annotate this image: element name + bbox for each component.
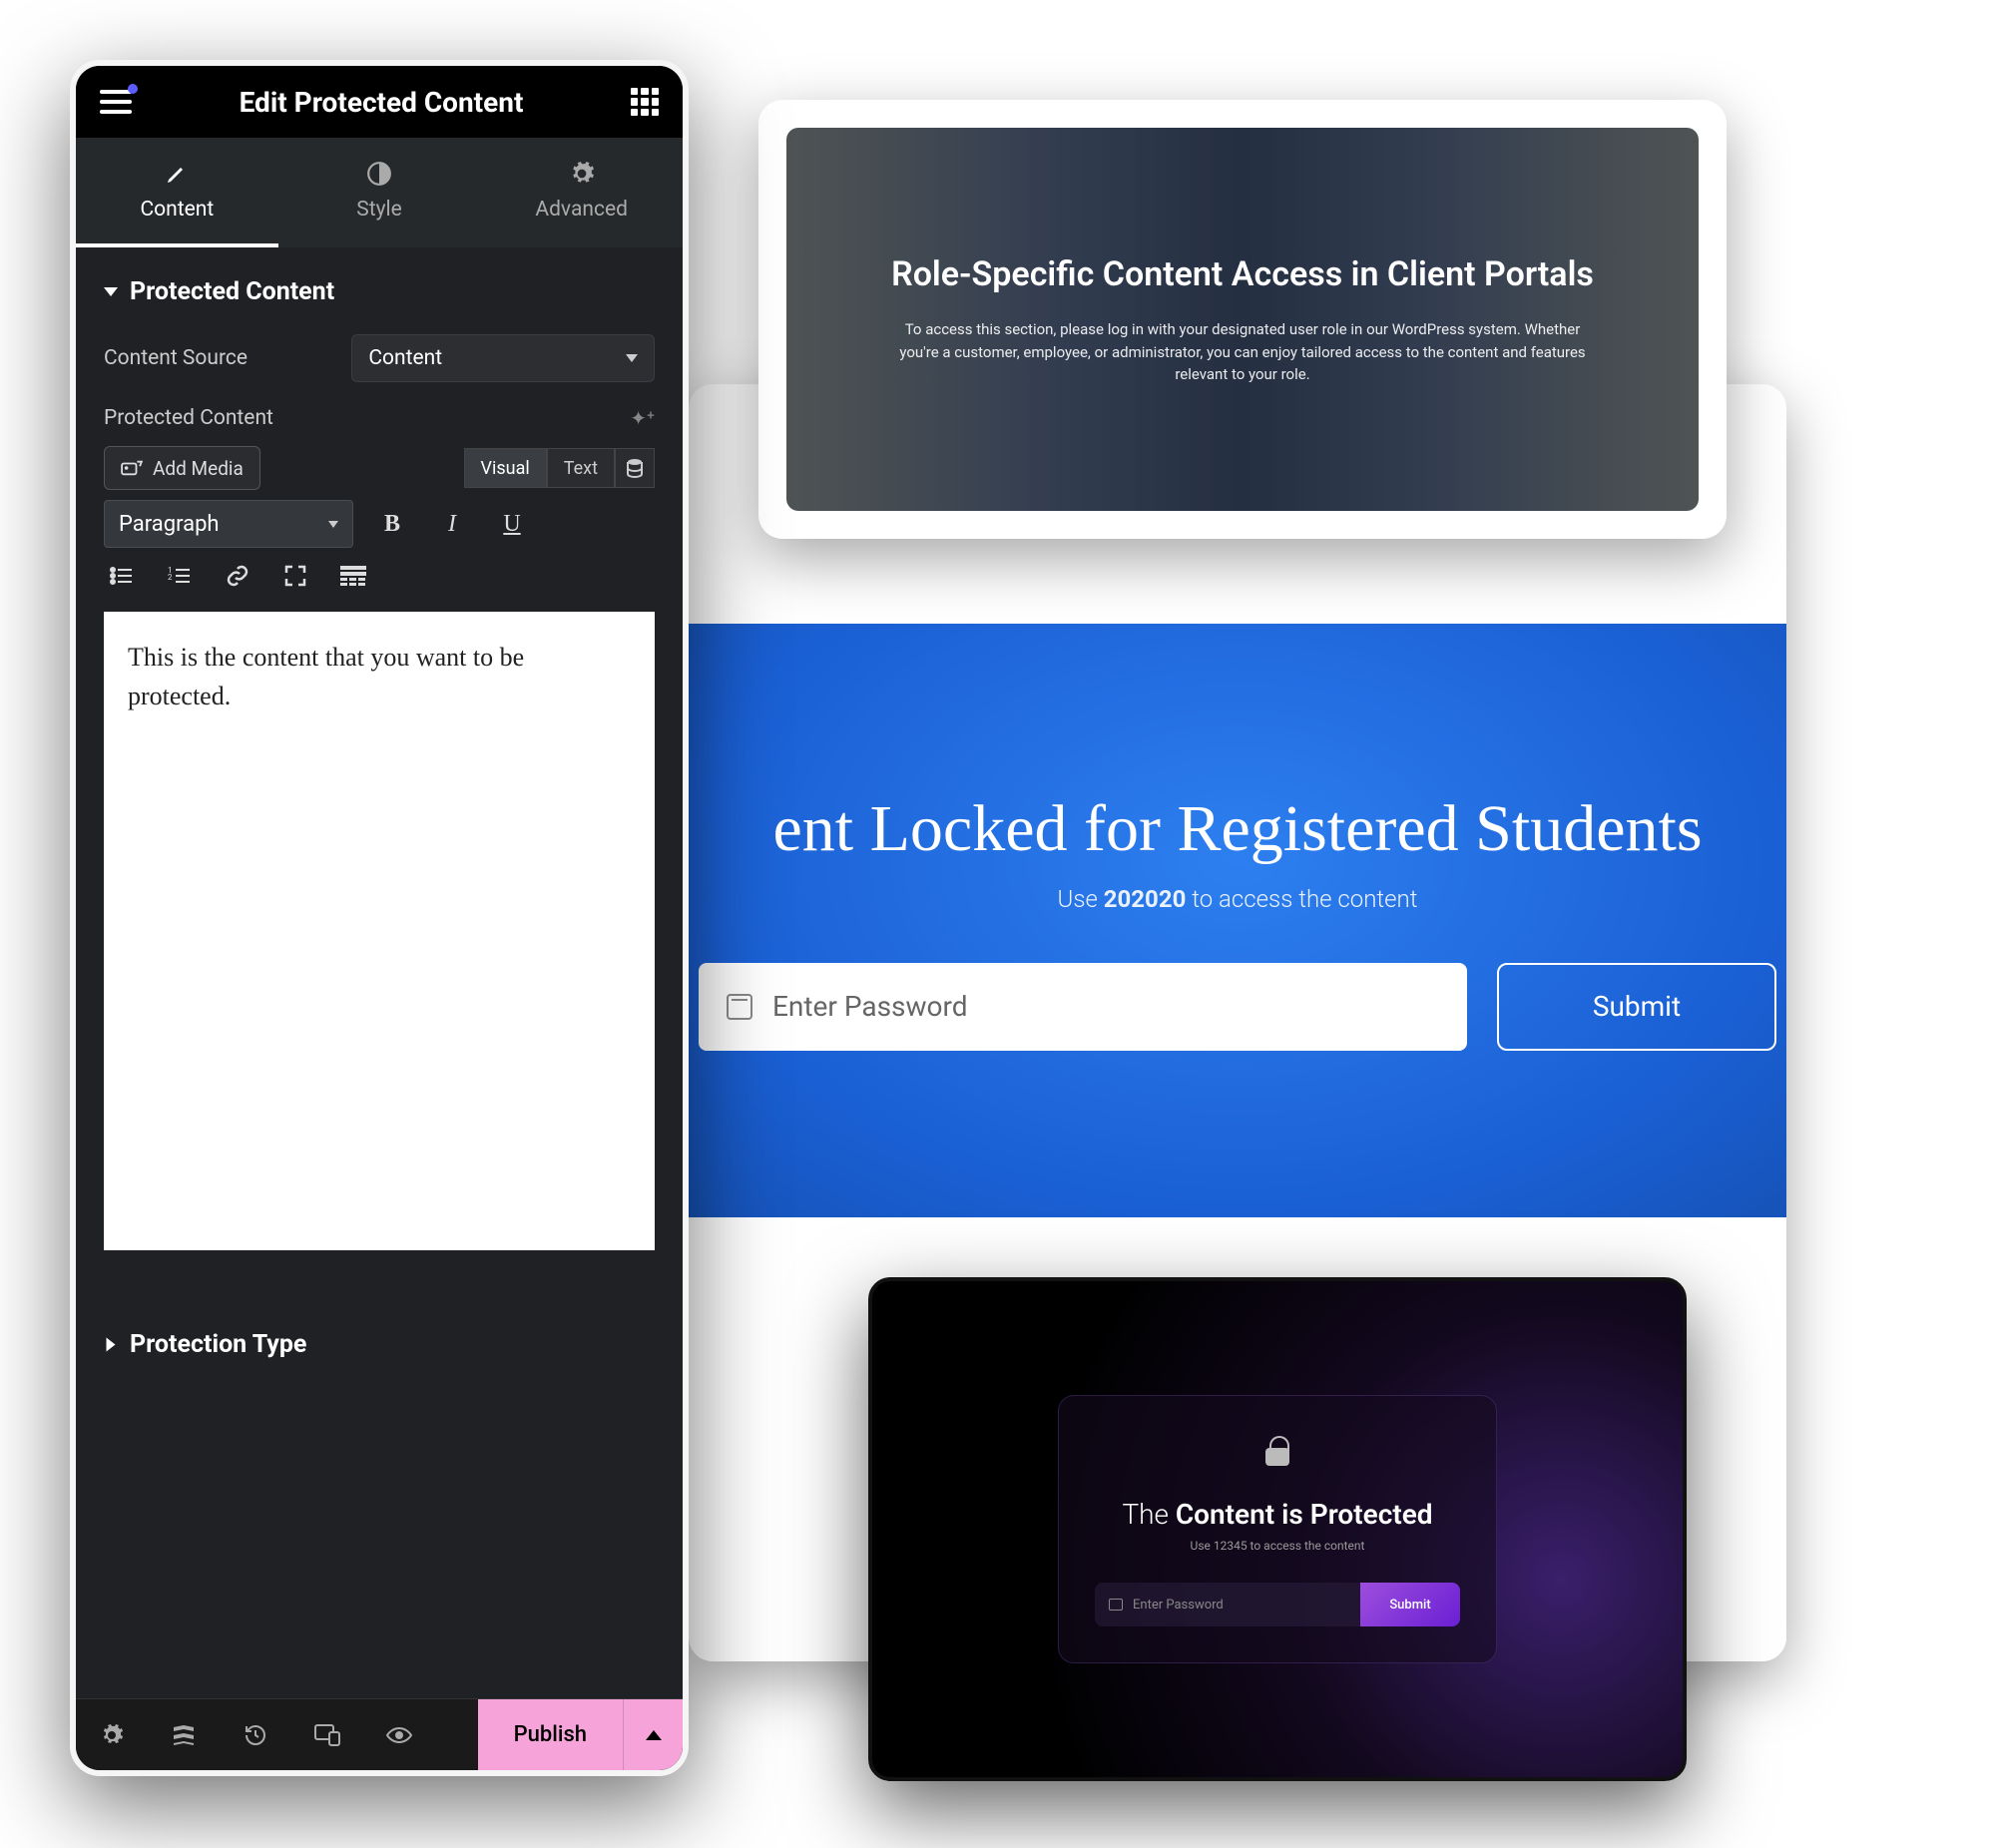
link-button[interactable] <box>220 558 255 594</box>
widgets-grid-icon[interactable] <box>631 88 659 116</box>
preview-dark-placeholder: Enter Password <box>1133 1598 1224 1613</box>
paragraph-format-value: Paragraph <box>119 512 220 537</box>
chevron-up-icon <box>646 1730 662 1740</box>
preview-dark-title: The Content is Protected <box>1122 1498 1432 1531</box>
dynamic-tags-icon[interactable]: ✦⁺ <box>630 406 655 430</box>
tab-advanced[interactable]: Advanced <box>480 138 683 247</box>
tab-style[interactable]: Style <box>278 138 481 247</box>
caret-down-icon <box>104 287 118 296</box>
preview-role-access-hero: Role-Specific Content Access in Client P… <box>786 128 1699 511</box>
wysiwyg-mode-tabs: Visual Text <box>464 448 655 488</box>
editor-topbar: Edit Protected Content <box>76 66 683 138</box>
lock-icon <box>1261 1436 1293 1468</box>
preview-blue-heading: ent Locked for Registered Students <box>772 791 1702 867</box>
content-source-select[interactable]: Content <box>351 334 655 382</box>
publish-button[interactable]: Publish <box>478 1699 623 1770</box>
chevron-down-icon <box>328 521 338 528</box>
preview-button[interactable] <box>363 1699 435 1770</box>
editor-body: Protected Content Content Source Content… <box>76 247 683 1698</box>
responsive-button[interactable] <box>291 1699 363 1770</box>
preview-password-lock-dark: The Content is Protected Use 12345 to ac… <box>868 1277 1687 1781</box>
elementor-editor-panel: Edit Protected Content Content Style Adv… <box>70 60 689 1776</box>
content-source-label: Content Source <box>104 346 351 370</box>
underline-button[interactable]: U <box>491 503 533 545</box>
preview-blue-placeholder: Enter Password <box>772 990 968 1023</box>
media-icon <box>121 459 143 477</box>
chevron-down-icon <box>626 354 638 362</box>
preview-role-access-body: To access this section, please log in wi… <box>893 318 1592 386</box>
content-source-value: Content <box>368 346 442 370</box>
tab-advanced-label: Advanced <box>535 198 628 222</box>
wysiwyg-format-row: Paragraph B I U <box>104 500 655 548</box>
editor-title: Edit Protected Content <box>240 86 524 119</box>
wysiwyg-content-area[interactable]: This is the content that you want to be … <box>104 612 655 1250</box>
editor-footer: Publish <box>76 1698 683 1770</box>
fullscreen-button[interactable] <box>277 558 313 594</box>
editor-tabs: Content Style Advanced <box>76 138 683 247</box>
preview-blue-submit-button[interactable]: Submit <box>1497 963 1776 1051</box>
preview-blue-form: Enter Password Submit <box>699 963 1776 1051</box>
section-protection-type-label: Protection Type <box>130 1330 306 1359</box>
contrast-icon <box>365 160 393 188</box>
tab-style-label: Style <box>356 198 402 222</box>
section-protected-content-label: Protected Content <box>130 277 334 306</box>
svg-text:2: 2 <box>168 573 173 582</box>
password-icon <box>727 994 752 1020</box>
pencil-icon <box>163 160 191 188</box>
numbered-list-button[interactable]: 12 <box>162 558 198 594</box>
preview-role-access-card: Role-Specific Content Access in Client P… <box>758 100 1727 539</box>
preview-dark-submit-button[interactable]: Submit <box>1360 1583 1460 1626</box>
bullet-list-button[interactable] <box>104 558 140 594</box>
wysiwyg-format-row-2: 12 <box>104 558 655 594</box>
dynamic-content-icon[interactable] <box>615 448 655 488</box>
add-media-label: Add Media <box>153 457 244 480</box>
publish-options-button[interactable] <box>623 1699 683 1770</box>
preview-dark-form: Enter Password Submit <box>1095 1583 1460 1626</box>
preview-dark-subtext: Use 12345 to access the content <box>1191 1539 1365 1553</box>
protected-content-label: Protected Content <box>104 406 273 430</box>
preview-role-access-title: Role-Specific Content Access in Client P… <box>891 252 1594 298</box>
text-tab-button[interactable]: Text <box>547 448 615 488</box>
mail-icon <box>1109 1599 1123 1611</box>
protected-content-label-row: Protected Content ✦⁺ <box>104 406 655 430</box>
tab-content-label: Content <box>140 198 214 222</box>
wysiwyg-top-toolbar: Add Media Visual Text <box>104 446 655 490</box>
toolbar-toggle-button[interactable] <box>335 558 371 594</box>
content-source-row: Content Source Content <box>104 334 655 382</box>
preview-blue-password-input[interactable]: Enter Password <box>699 963 1467 1051</box>
preview-blue-subtext: Use 202020 to access the content <box>1058 885 1418 913</box>
preview-dark-password-input[interactable]: Enter Password <box>1095 1583 1360 1626</box>
navigator-button[interactable] <box>148 1699 220 1770</box>
tab-content[interactable]: Content <box>76 138 278 247</box>
paragraph-format-select[interactable]: Paragraph <box>104 500 353 548</box>
section-protection-type-header[interactable]: Protection Type <box>104 1330 655 1359</box>
add-media-button[interactable]: Add Media <box>104 446 260 490</box>
preview-password-lock-blue: ent Locked for Registered Students Use 2… <box>689 624 1786 1217</box>
history-button[interactable] <box>220 1699 291 1770</box>
settings-button[interactable] <box>76 1699 148 1770</box>
caret-right-icon <box>107 1338 116 1352</box>
bold-button[interactable]: B <box>371 503 413 545</box>
section-protected-content-header[interactable]: Protected Content <box>104 277 655 306</box>
visual-tab-button[interactable]: Visual <box>464 448 547 488</box>
menu-icon[interactable] <box>100 90 132 114</box>
preview-dark-panel: The Content is Protected Use 12345 to ac… <box>1058 1395 1497 1663</box>
gear-icon <box>568 160 596 188</box>
italic-button[interactable]: I <box>431 503 473 545</box>
